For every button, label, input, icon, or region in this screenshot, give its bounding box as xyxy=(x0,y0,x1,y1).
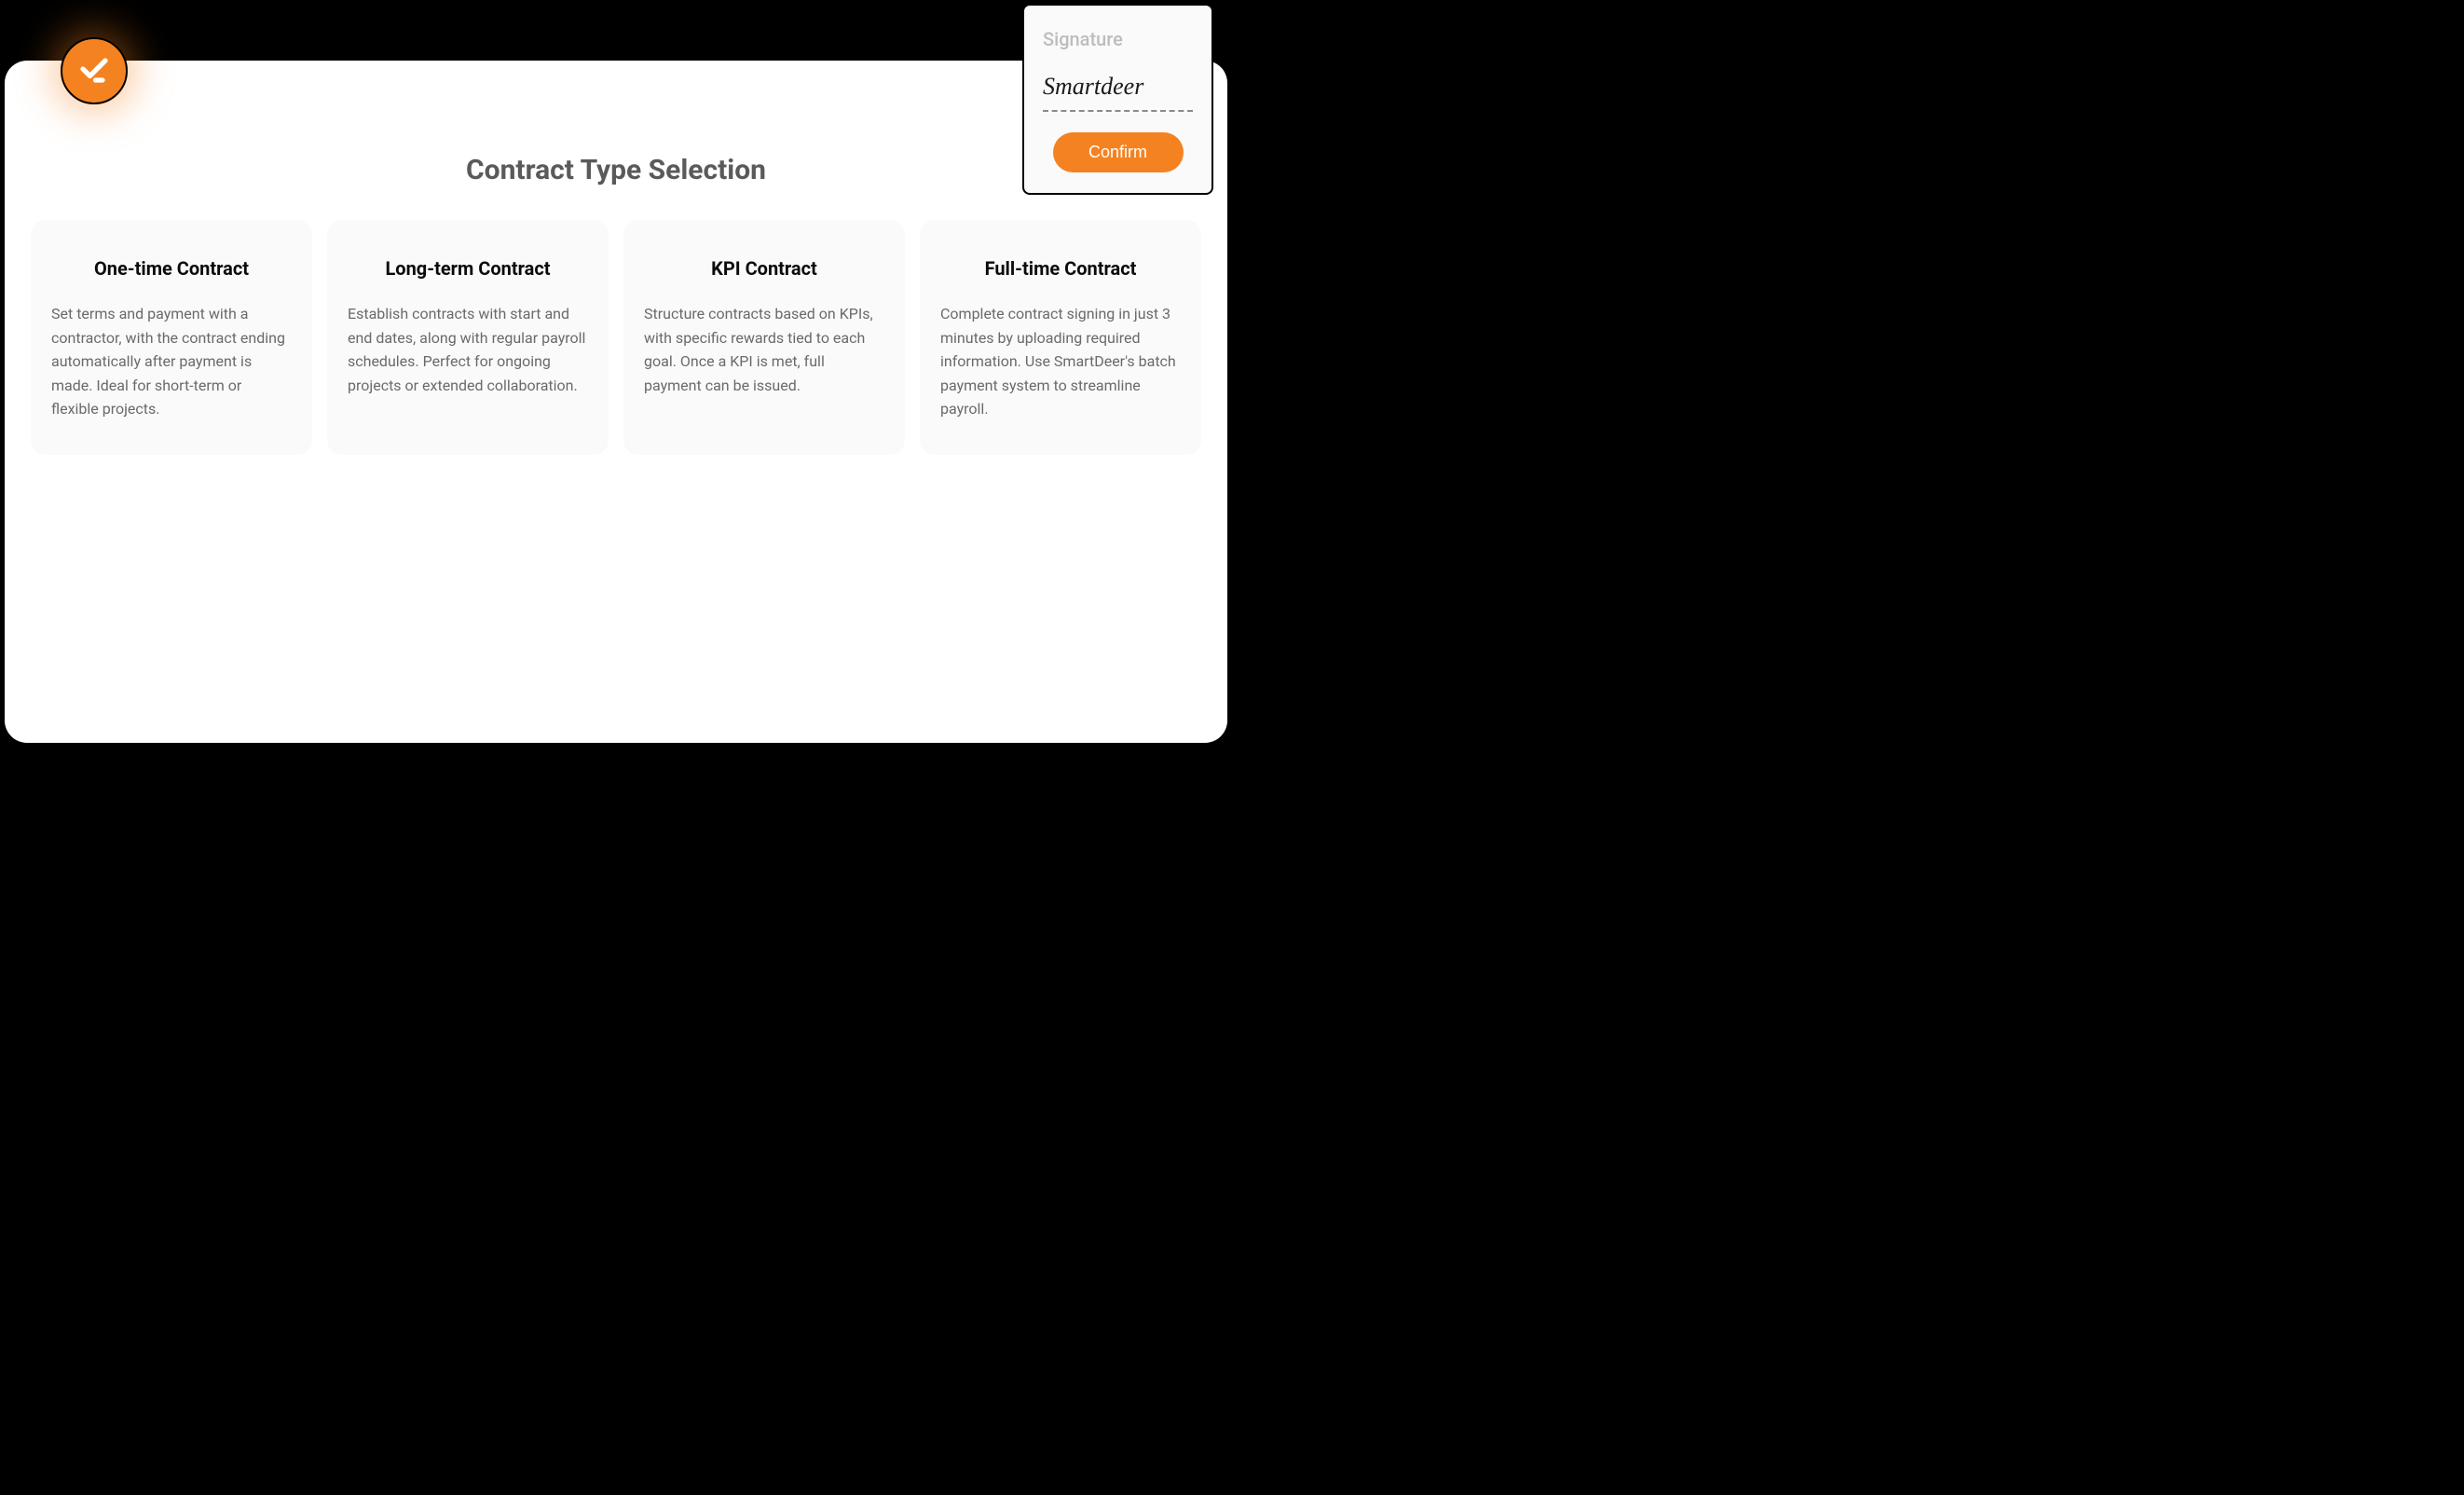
signature-panel: Signature Smartdeer Confirm xyxy=(1022,4,1213,195)
card-body: Complete contract signing in just 3 minu… xyxy=(940,302,1181,421)
card-title: KPI Contract xyxy=(644,257,884,280)
card-title: One-time Contract xyxy=(51,257,292,280)
card-long-term-contract[interactable]: Long-term Contract Establish contracts w… xyxy=(327,220,609,455)
cards-grid: One-time Contract Set terms and payment … xyxy=(31,220,1201,455)
card-one-time-contract[interactable]: One-time Contract Set terms and payment … xyxy=(31,220,312,455)
card-body: Structure contracts based on KPIs, with … xyxy=(644,302,884,397)
card-kpi-contract[interactable]: KPI Contract Structure contracts based o… xyxy=(623,220,905,455)
card-title: Long-term Contract xyxy=(348,257,588,280)
signature-label: Signature xyxy=(1043,28,1193,50)
card-body: Establish contracts with start and end d… xyxy=(348,302,588,397)
card-body: Set terms and payment with a contractor,… xyxy=(51,302,292,421)
card-title: Full-time Contract xyxy=(940,257,1181,280)
confirm-button[interactable]: Confirm xyxy=(1053,132,1184,172)
signature-line xyxy=(1043,110,1193,112)
check-icon xyxy=(77,52,111,89)
check-badge xyxy=(61,37,128,104)
card-full-time-contract[interactable]: Full-time Contract Complete contract sig… xyxy=(920,220,1201,455)
signature-input[interactable]: Smartdeer xyxy=(1043,73,1193,108)
